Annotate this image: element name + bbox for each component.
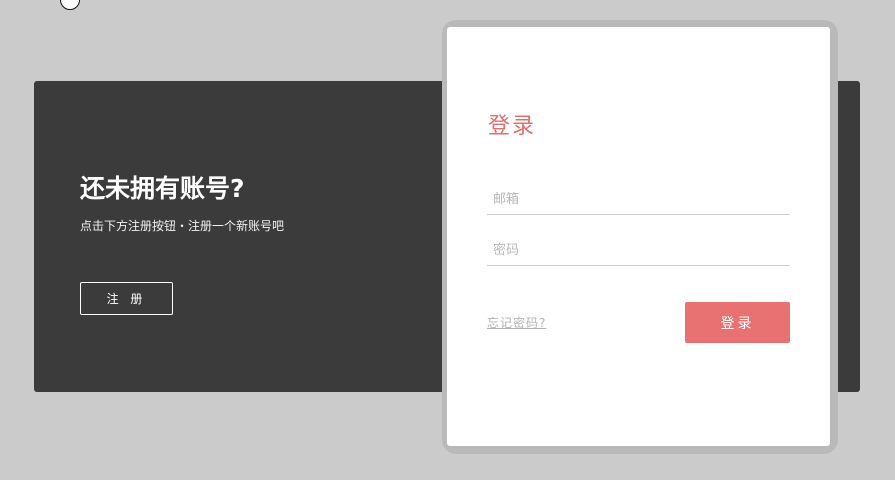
email-field-wrapper — [487, 184, 790, 215]
mouse-cursor-icon — [60, 0, 80, 10]
page: 还未拥有账号? 点击下方注册按钮・注册一个新账号吧 注 册 登录 忘记密码? 登… — [0, 0, 895, 480]
welcome-section: 还未拥有账号? 点击下方注册按钮・注册一个新账号吧 — [80, 173, 420, 235]
welcome-subtitle: 点击下方注册按钮・注册一个新账号吧 — [80, 219, 285, 233]
login-card: 登录 忘记密码? 登录 — [447, 27, 830, 446]
welcome-title: 还未拥有账号? — [80, 174, 245, 203]
password-input[interactable] — [487, 235, 790, 265]
login-title: 登录 — [488, 114, 537, 139]
password-field-wrapper — [487, 235, 790, 266]
register-button[interactable]: 注 册 — [80, 282, 173, 315]
login-button[interactable]: 登录 — [685, 302, 790, 343]
forgot-password-link[interactable]: 忘记密码? — [487, 314, 546, 331]
email-input[interactable] — [487, 184, 790, 214]
